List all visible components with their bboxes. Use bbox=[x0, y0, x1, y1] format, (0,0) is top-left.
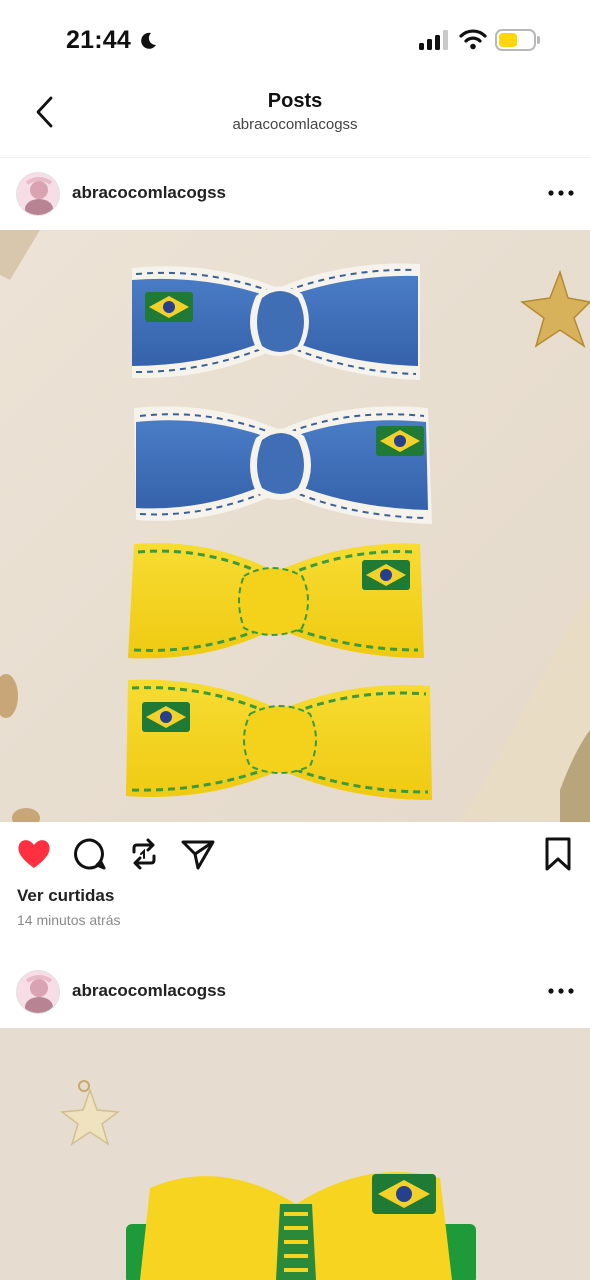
post-header: abracocomlacogss bbox=[0, 158, 590, 230]
post-image[interactable] bbox=[0, 1028, 590, 1280]
bookmark-icon[interactable] bbox=[538, 834, 578, 874]
status-bar: 21:44 bbox=[0, 0, 590, 80]
wifi-icon bbox=[459, 29, 487, 50]
comment-icon[interactable] bbox=[70, 834, 110, 874]
top-header: Posts abracocomlacogss bbox=[0, 80, 590, 158]
more-options-icon[interactable] bbox=[546, 178, 576, 208]
post-username[interactable]: abracocomlacogss bbox=[72, 981, 226, 1001]
post-header: abracocomlacogss bbox=[0, 956, 590, 1028]
post-username[interactable]: abracocomlacogss bbox=[72, 183, 226, 203]
battery-icon bbox=[495, 29, 540, 51]
post-image[interactable] bbox=[0, 230, 590, 822]
more-options-icon[interactable] bbox=[546, 976, 576, 1006]
status-time: 21:44 bbox=[66, 26, 131, 54]
share-icon[interactable] bbox=[178, 834, 218, 874]
avatar[interactable] bbox=[16, 970, 60, 1014]
avatar[interactable] bbox=[16, 172, 60, 216]
post-actions bbox=[0, 824, 590, 884]
moon-icon bbox=[141, 32, 156, 49]
signal-icon bbox=[419, 30, 448, 50]
repost-icon[interactable] bbox=[124, 834, 164, 874]
heart-icon[interactable] bbox=[14, 834, 54, 874]
page-subtitle: abracocomlacogss bbox=[232, 116, 358, 133]
likes-link[interactable]: Ver curtidas bbox=[17, 886, 114, 906]
page-title: Posts bbox=[267, 90, 323, 112]
post-timestamp: 14 minutos atrás bbox=[17, 912, 121, 928]
